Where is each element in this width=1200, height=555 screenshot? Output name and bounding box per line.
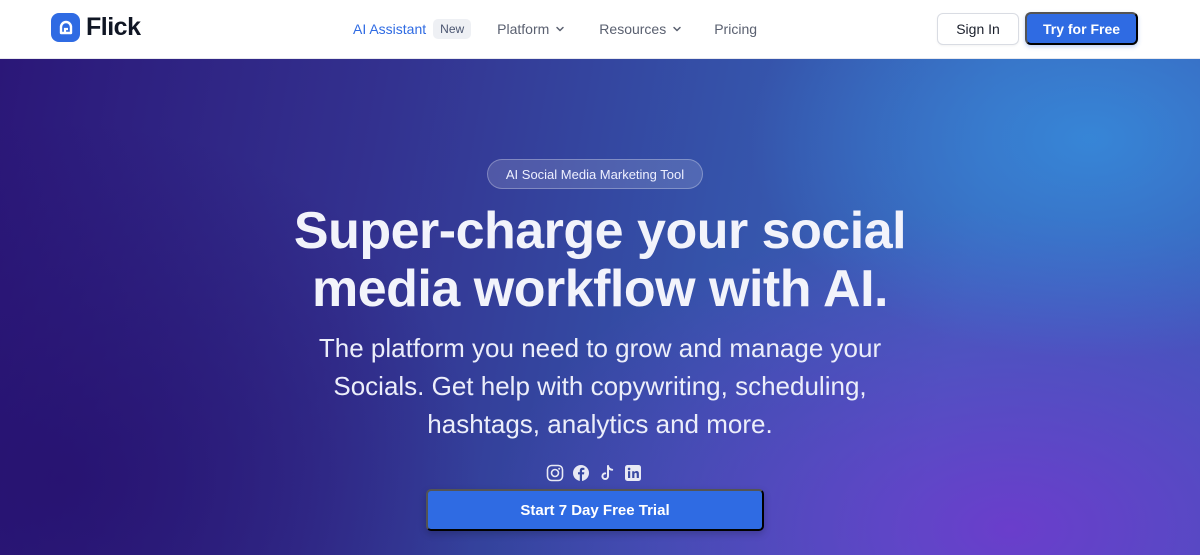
hero-category-pill: AI Social Media Marketing Tool [487,159,703,189]
flick-logo-icon [51,13,80,42]
flick-logo[interactable]: Flick [51,13,141,42]
nav-pricing-label: Pricing [714,21,758,37]
hero-title-line-1: Super-charge your social [293,202,907,260]
instagram-icon [546,464,564,482]
chevron-down-icon [672,24,682,34]
hero-subtitle-line-1: The platform you need to grow and manage… [318,333,882,363]
logo-text: Flick [86,13,141,41]
linkedin-icon [624,464,642,482]
new-badge: New [433,19,472,39]
facebook-icon [572,464,590,482]
hero-title: Super-charge your social media workflow … [200,202,1000,318]
hero-subtitle: The platform you need to grow and manage… [250,329,950,443]
try-for-free-button[interactable]: Try for Free [1025,12,1138,45]
sign-in-button[interactable]: Sign In [937,13,1019,45]
nav-pricing[interactable]: Pricing [714,21,757,37]
hero-subtitle-line-3: hashtags, analytics and more. [427,409,773,439]
tiktok-icon [598,464,616,482]
nav-ai-assistant-label: AI Assistant [353,21,427,37]
start-free-trial-button[interactable]: Start 7 Day Free Trial [426,489,764,531]
social-icons-row [546,463,650,483]
nav-resources[interactable]: Resources [599,21,682,37]
nav-resources-label: Resources [599,21,667,37]
chevron-down-icon [555,24,565,34]
nav-ai-assistant[interactable]: AI Assistant New [353,19,472,39]
hero-subtitle-line-2: Socials. Get help with copywriting, sche… [333,371,867,401]
main-nav: AI Assistant New Platform Resources Pric… [353,17,757,41]
nav-platform[interactable]: Platform [497,21,565,37]
hero-section: AI Social Media Marketing Tool Super-cha… [0,59,1200,555]
nav-platform-label: Platform [497,21,550,37]
hero-title-line-2: media workflow with AI. [312,260,888,318]
top-navigation-bar: Flick AI Assistant New Platform Resource… [0,0,1200,59]
